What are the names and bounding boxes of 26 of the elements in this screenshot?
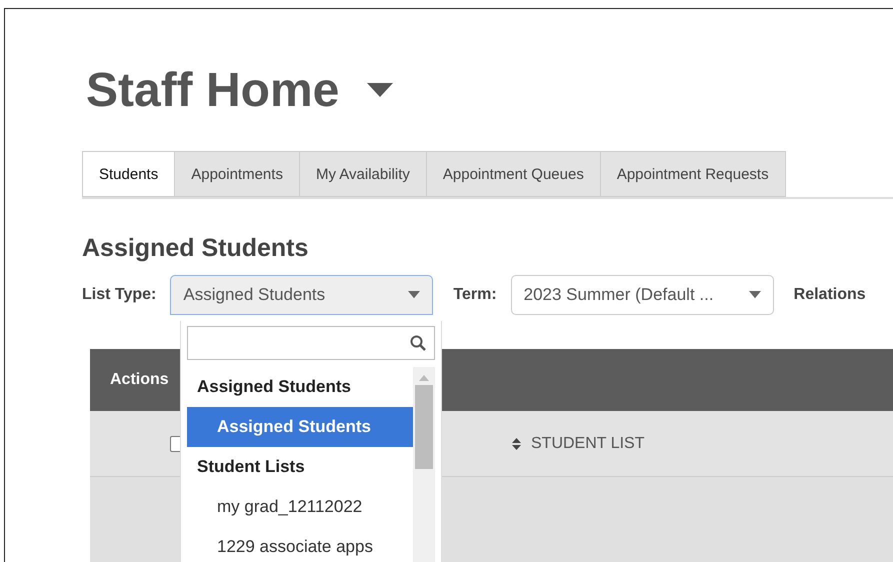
page-title: Staff Home: [86, 62, 340, 118]
dropdown-option[interactable]: my grad_12112022: [187, 487, 413, 527]
sort-icon: [512, 438, 521, 450]
select-field[interactable]: Assigned Students: [170, 275, 434, 315]
select-field[interactable]: 2023 Summer (Default ...: [510, 275, 774, 315]
section-title: Assigned Students: [82, 233, 310, 263]
group-label: Assigned Students: [196, 376, 352, 398]
tab[interactable]: Appointment Requests: [600, 151, 786, 197]
tab[interactable]: Appointment Queues: [426, 151, 601, 197]
toolbar-label[interactable]: Actions: [110, 371, 169, 389]
search-field[interactable]: [187, 326, 435, 360]
tab[interactable]: My Availability: [300, 151, 427, 197]
dropdown-option[interactable]: Assigned Students: [187, 407, 413, 447]
caret-icon: [408, 291, 420, 299]
dropdown-option[interactable]: 1229 associate apps: [187, 527, 413, 562]
tab[interactable]: Appointments: [175, 151, 300, 197]
filter-label: Relations: [794, 286, 866, 304]
caret-icon: [748, 291, 761, 299]
filter-label: Term:: [453, 286, 497, 304]
group-label: Student Lists: [196, 456, 306, 478]
scroll-up-icon[interactable]: [419, 375, 429, 381]
tab[interactable]: Students: [82, 151, 176, 197]
filter-label: List Type:: [82, 286, 156, 304]
scrollbar[interactable]: [413, 367, 435, 562]
search-icon: [410, 335, 426, 351]
caret-icon[interactable]: [367, 83, 394, 97]
